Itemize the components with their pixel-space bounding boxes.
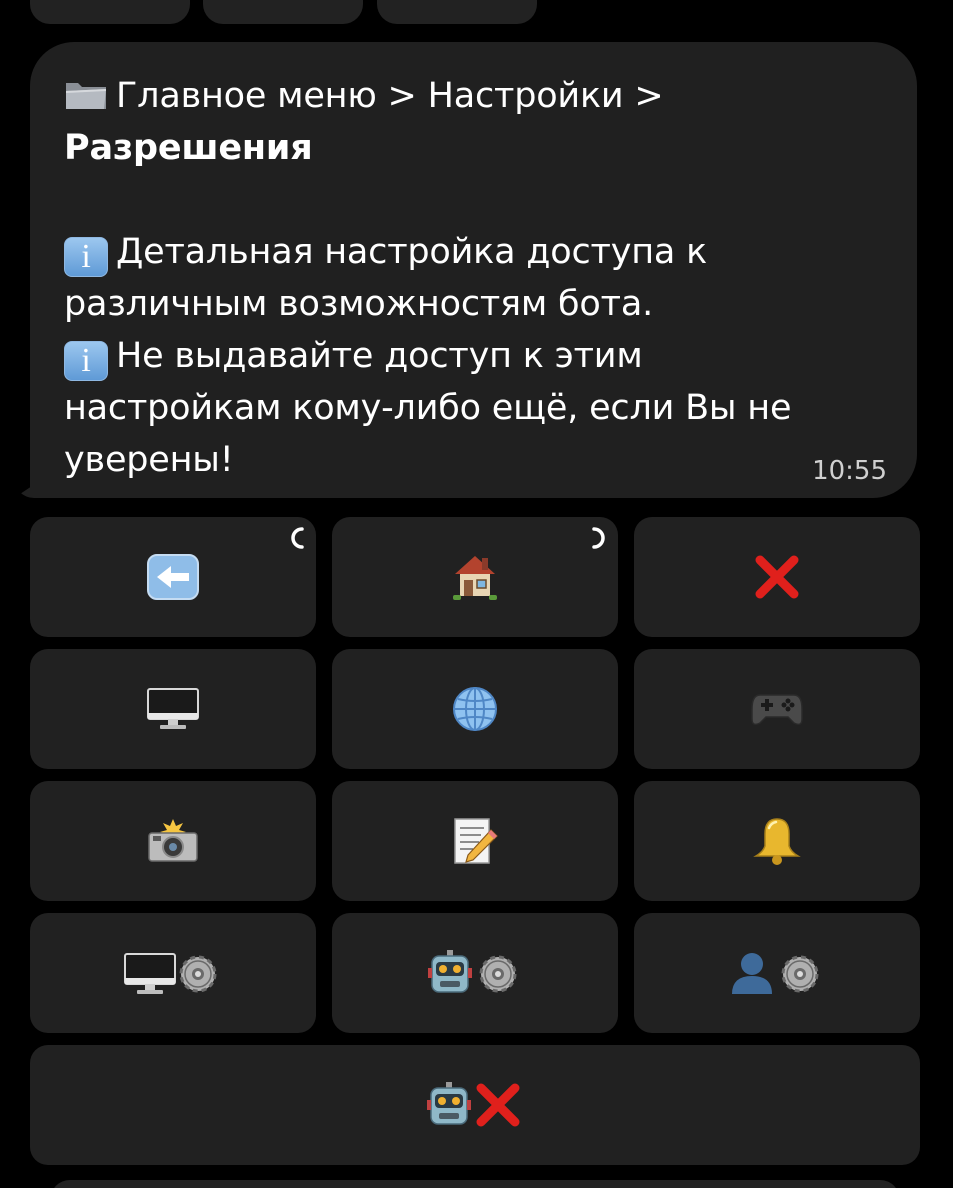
- info-icon: i: [64, 237, 108, 277]
- info-text-line: различным возможностям бота.: [64, 284, 653, 324]
- bell-icon: [753, 816, 801, 866]
- back-button[interactable]: [30, 517, 316, 637]
- chat-screen: Главное меню > Настройки > Разрешения iД…: [0, 0, 953, 1188]
- desktop-permissions-button[interactable]: [30, 649, 316, 769]
- robot-settings-icon: [428, 948, 522, 998]
- bot-settings-button[interactable]: [332, 913, 618, 1033]
- current-section-title: Разрешения: [64, 128, 313, 168]
- desktop-settings-icon: [123, 948, 223, 998]
- folder-icon: [64, 74, 108, 109]
- previous-keyboard-button[interactable]: [203, 0, 363, 24]
- house-icon: [451, 552, 499, 602]
- warning-text-line: настройкам кому-либо ещё, если Вы не: [64, 388, 792, 428]
- camera-flash-icon: [147, 819, 199, 863]
- web-permissions-button[interactable]: [332, 649, 618, 769]
- info-icon: i: [64, 341, 108, 381]
- breadcrumb: Главное меню > Настройки >: [116, 76, 664, 116]
- warning-text-line: уверены!: [64, 440, 234, 480]
- message-time: 10:55: [812, 456, 887, 486]
- previous-keyboard-button[interactable]: [377, 0, 537, 24]
- user-settings-button[interactable]: [634, 913, 920, 1033]
- warning-text-line: Не выдавайте доступ к этим: [116, 336, 643, 376]
- bot-message-bubble: Главное меню > Настройки > Разрешения iД…: [30, 42, 917, 498]
- memo-icon: [451, 816, 499, 866]
- remove-bot-button[interactable]: [30, 1045, 920, 1165]
- info-text-line: Детальная настройка доступа к: [116, 232, 708, 272]
- refresh-arrow-icon: [592, 527, 605, 549]
- gamepad-icon: [750, 689, 804, 729]
- next-message-edge: [50, 1180, 900, 1188]
- refresh-arrow-icon: [291, 527, 304, 549]
- message-text: Главное меню > Настройки > Разрешения iД…: [64, 70, 887, 486]
- previous-keyboard-button[interactable]: [30, 0, 190, 24]
- globe-icon: [451, 685, 499, 733]
- notifications-permissions-button[interactable]: [634, 781, 920, 901]
- desktop-settings-button[interactable]: [30, 913, 316, 1033]
- games-permissions-button[interactable]: [634, 649, 920, 769]
- robot-remove-icon: [427, 1080, 523, 1130]
- screenshot-permissions-button[interactable]: [30, 781, 316, 901]
- desktop-computer-icon: [146, 687, 200, 731]
- notes-permissions-button[interactable]: [332, 781, 618, 901]
- back-arrow-icon: [147, 554, 199, 600]
- user-settings-icon: [730, 948, 824, 998]
- close-button[interactable]: [634, 517, 920, 637]
- cross-mark-icon: [754, 554, 800, 600]
- home-button[interactable]: [332, 517, 618, 637]
